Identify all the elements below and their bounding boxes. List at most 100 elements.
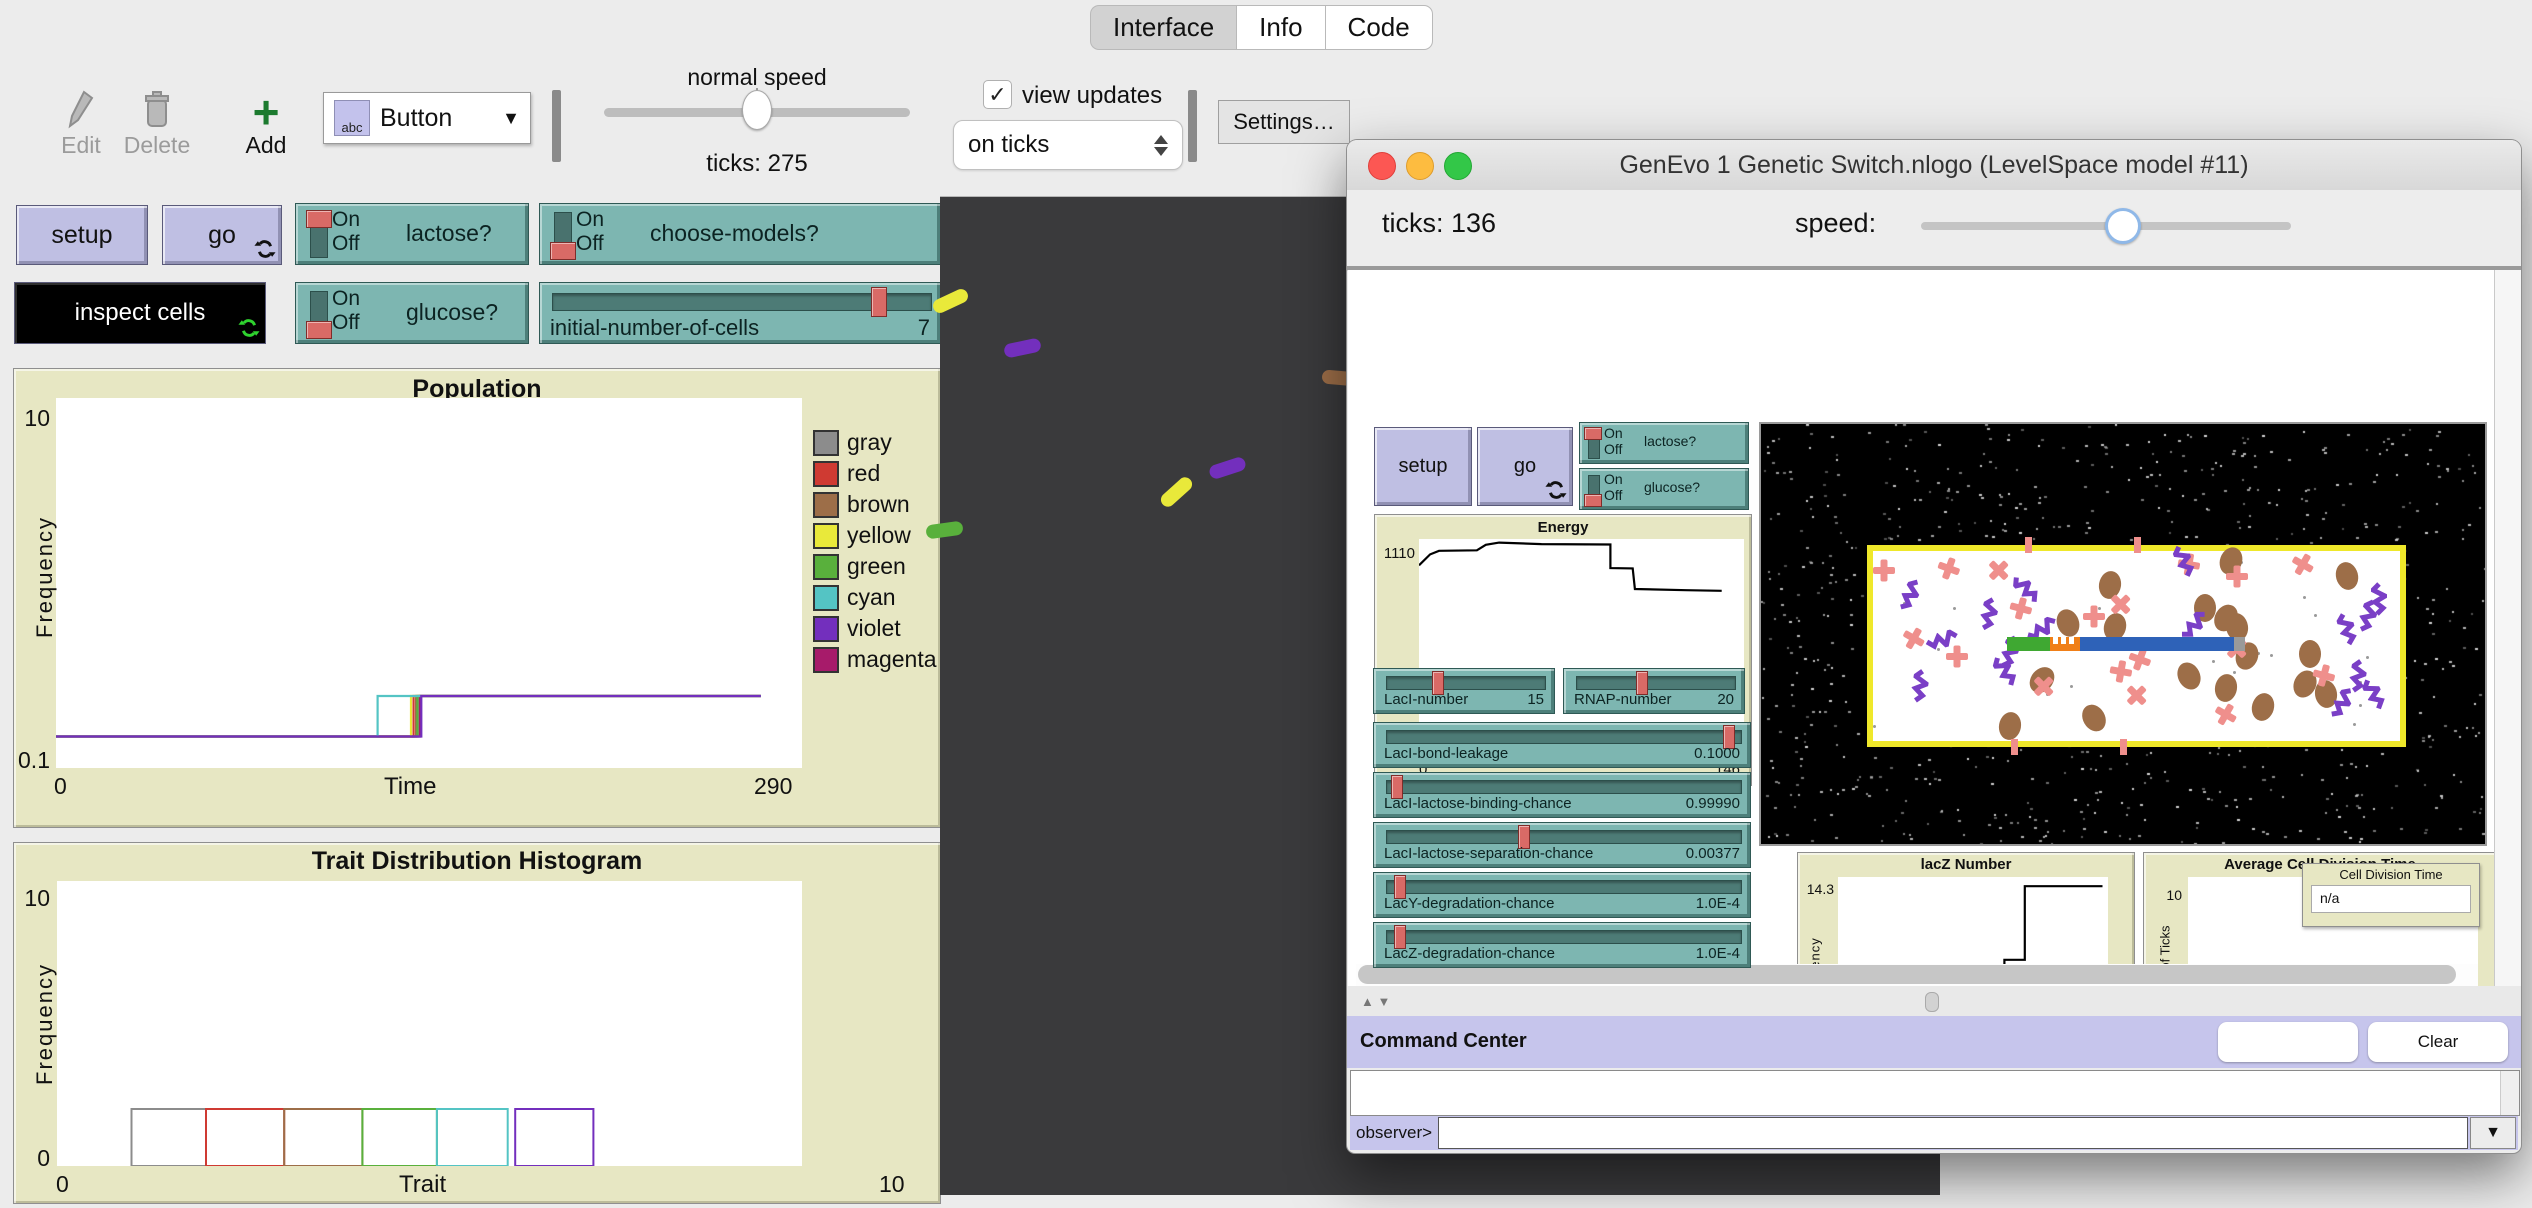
lactose-switch[interactable]: On Off lactose?	[295, 203, 529, 265]
ls-slider-rnap-number[interactable]: RNAP-number 20	[1563, 668, 1745, 714]
molecule-dot	[2270, 654, 2273, 657]
slider-label: LacI-number	[1384, 691, 1469, 708]
ls-glucose-switch[interactable]: On Off glucose?	[1579, 468, 1749, 510]
slider-knob[interactable]	[871, 287, 888, 317]
forever-icon	[254, 238, 276, 260]
switch-knob[interactable]	[1584, 427, 1602, 440]
window-speed-knob[interactable]	[2105, 208, 2141, 244]
population-plot-area	[56, 398, 802, 768]
command-line-row: observer> ▼	[1350, 1116, 2518, 1150]
molecule-dot	[2353, 723, 2356, 726]
ls-lactose-switch[interactable]: On Off lactose?	[1579, 422, 1749, 464]
lacz-title: lacZ Number	[1920, 856, 2012, 873]
switch-knob[interactable]	[550, 242, 576, 260]
ls-slider-lacy-degradation-chance[interactable]: LacY-degradation-chance 1.0E-4	[1373, 872, 1751, 918]
lactose-molecule	[2121, 680, 2152, 711]
laci-protein	[2359, 675, 2388, 713]
ls-slider-laci-bond-leakage[interactable]: LacI-bond-leakage 0.1000	[1373, 722, 1751, 768]
command-center-output[interactable]	[1350, 1070, 2520, 1116]
slider-label: LacI-lactose-binding-chance	[1384, 795, 1572, 812]
setup-button[interactable]: setup	[16, 205, 148, 265]
command-history-dropdown[interactable]: ▼	[2470, 1117, 2516, 1149]
window-titlebar[interactable]: GenEvo 1 Genetic Switch.nlogo (LevelSpac…	[1347, 140, 2521, 191]
ls-go-button[interactable]: go	[1477, 427, 1573, 506]
legend-swatch	[813, 584, 839, 611]
slider-value: 1.0E-4	[1695, 945, 1740, 962]
speed-slider-knob[interactable]	[742, 90, 772, 130]
minimize-icon[interactable]	[1406, 152, 1434, 180]
slider-label: LacY-degradation-chance	[1384, 895, 1555, 912]
switch-knob[interactable]	[1584, 494, 1602, 507]
tab-interface[interactable]: Interface	[1090, 5, 1237, 50]
view-updates-checkbox[interactable]: ✓	[983, 80, 1012, 109]
tab-code[interactable]: Code	[1324, 5, 1433, 50]
lacz-protein	[2212, 672, 2240, 704]
command-center-clear-button[interactable]: Clear	[2368, 1022, 2508, 1062]
dna-cap	[2233, 637, 2245, 652]
command-center-bar: Command Center Clear	[1347, 1016, 2521, 1068]
lactose-molecule	[2287, 549, 2317, 579]
population-ymax: 10	[24, 405, 50, 431]
legend-swatch	[813, 522, 839, 549]
ls-slider-lacz-degradation-chance[interactable]: LacZ-degradation-chance 1.0E-4	[1373, 922, 1751, 968]
command-input[interactable]	[1438, 1117, 2468, 1149]
go-button[interactable]: go	[162, 205, 282, 265]
switch-knob[interactable]	[306, 321, 332, 339]
slider-value: 20	[1717, 691, 1734, 708]
ls-slider-laci-number[interactable]: LacI-number 15	[1373, 668, 1555, 714]
update-mode-select[interactable]: on ticks	[953, 120, 1183, 170]
molecule-dot	[2233, 671, 2236, 674]
window-speed-label: speed:	[1795, 208, 1877, 238]
legend-item-red: red	[813, 460, 937, 487]
molecule-dot	[2212, 660, 2215, 663]
ls-setup-button[interactable]: setup	[1374, 427, 1472, 506]
avg-pen-legend: Cell Division Time n/a	[2302, 863, 2480, 927]
settings-button[interactable]: Settings…	[1218, 100, 1350, 144]
ticks-counter: ticks: 275	[706, 150, 808, 177]
lactose-molecule	[1872, 559, 1895, 581]
trait-ymax: 10	[24, 885, 50, 911]
switch-knob[interactable]	[306, 210, 332, 228]
choose-models-switch[interactable]: On Off choose-models?	[539, 203, 941, 265]
slider-value: 15	[1527, 691, 1544, 708]
command-center-blank-button[interactable]	[2218, 1022, 2358, 1062]
window-interface-area: setup go On Off lactose? On Off glucose? Ene…	[1348, 270, 2494, 986]
lactose-molecule	[2225, 565, 2248, 587]
ls-vertical-scrollbar[interactable]	[2494, 270, 2521, 986]
lactose-molecule	[1935, 554, 1963, 582]
ls-slider-laci-lactose-separation-chance[interactable]: LacI-lactose-separation-chance 0.00377	[1373, 822, 1751, 868]
lacz-protein	[2077, 700, 2111, 736]
delete-button[interactable]: Delete	[102, 84, 212, 159]
splitter-grip-icon[interactable]	[1925, 992, 1939, 1012]
widget-type-dropdown[interactable]: abc Button ▼	[323, 92, 531, 144]
close-icon[interactable]	[1368, 152, 1396, 180]
output-scrollbar[interactable]	[2500, 1071, 2519, 1115]
command-center-splitter[interactable]: ▲ ▼	[1347, 986, 2521, 1016]
ls-slider-laci-lactose-binding-chance[interactable]: LacI-lactose-binding-chance 0.99990	[1373, 772, 1751, 818]
add-button[interactable]: + Add	[211, 84, 321, 159]
avg-ymax: 10	[2166, 887, 2182, 903]
cell-membrane	[1867, 537, 2406, 755]
ls-forever-icon	[1545, 479, 1567, 501]
splitter-arrows-icon[interactable]: ▲ ▼	[1361, 994, 1390, 1009]
ls-setup-label: setup	[1398, 455, 1448, 477]
membrane-channel	[2120, 739, 2128, 755]
lacz-protein	[2248, 690, 2278, 724]
tab-info[interactable]: Info	[1236, 5, 1325, 50]
slider-value: 1.0E-4	[1695, 895, 1740, 912]
energy-ymax: 1110	[1383, 545, 1415, 562]
initial-number-of-cells-slider[interactable]: initial-number-of-cells 7	[539, 282, 941, 344]
zoom-icon[interactable]	[1444, 152, 1472, 180]
screen: Interface Info Code Edit Delete + Add ab…	[0, 0, 2532, 1208]
toolbar-divider	[552, 90, 561, 162]
glucose-switch[interactable]: On Off glucose?	[295, 282, 529, 344]
switch-label: lactose?	[1644, 433, 1697, 449]
molecule-dot	[2366, 656, 2369, 659]
population-legend: gray red brown yellow green cyan violet magenta	[813, 429, 937, 677]
ls-world-view[interactable]	[1759, 422, 2487, 846]
switch-label: glucose?	[406, 299, 499, 325]
inspect-cells-button[interactable]: inspect cells	[14, 282, 266, 344]
molecule-dot	[1953, 607, 1956, 610]
trait-xmax: 10	[879, 1171, 905, 1197]
dna-strand	[2079, 637, 2234, 652]
